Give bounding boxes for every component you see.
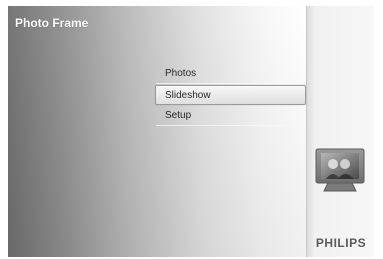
brand-logo: PHILIPS <box>315 236 367 250</box>
menu-item-setup[interactable]: Setup <box>156 106 306 126</box>
side-panel: PHILIPS <box>306 6 374 257</box>
main-panel: Photo Frame Photos Slideshow Setup <box>8 6 306 257</box>
menu-item-label: Setup <box>165 110 192 121</box>
main-menu: Photos Slideshow Setup <box>155 64 306 127</box>
photo-frame-screen: Photo Frame Photos Slideshow Setup PHILI… <box>8 6 374 257</box>
menu-item-label: Slideshow <box>165 90 211 101</box>
app-title: Photo Frame <box>15 16 89 30</box>
menu-item-label: Photos <box>165 68 197 79</box>
photo-frame-icon <box>315 148 365 192</box>
menu-item-photos[interactable]: Photos <box>156 64 306 84</box>
menu-item-slideshow[interactable]: Slideshow <box>155 85 306 105</box>
